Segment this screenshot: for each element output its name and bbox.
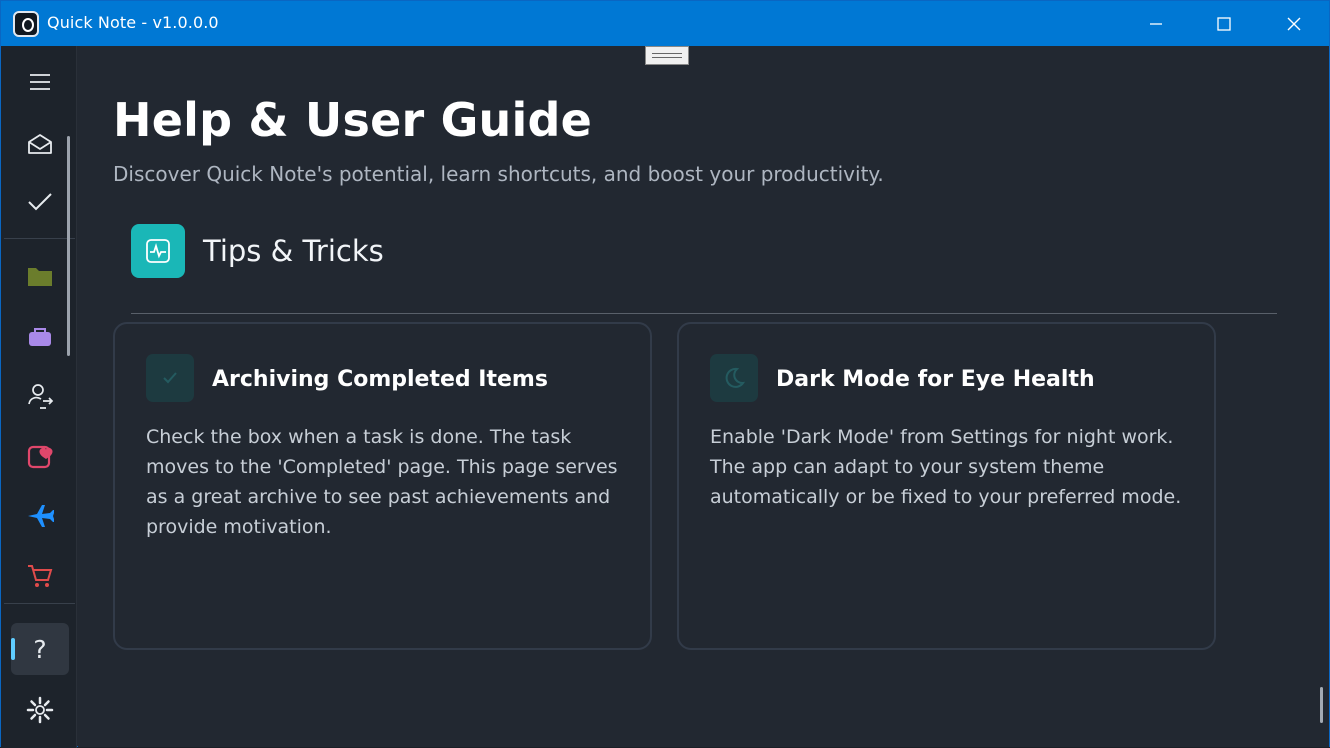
sidebar-item-folder[interactable] [11,250,69,302]
tip-card: Archiving Completed Items Check the box … [113,322,652,650]
tips-section-icon [131,224,185,278]
checkmark-icon [163,372,177,384]
card-icon [146,354,194,402]
question-icon: ? [33,634,47,664]
section-divider [131,313,1277,314]
sidebar-divider [4,603,75,604]
drag-grip-handle[interactable] [645,46,689,65]
app-logo-icon [13,11,39,37]
sidebar-item-shopping[interactable] [11,550,69,602]
sidebar-item-settings[interactable] [11,684,69,736]
section-title: Tips & Tricks [203,234,384,268]
calendar-heart-icon [27,445,53,469]
sidebar-item-completed[interactable] [11,176,69,228]
minimize-icon [1150,22,1162,25]
sidebar-scrollbar[interactable] [67,136,70,356]
gear-icon [26,696,54,724]
mail-open-icon [28,134,52,154]
briefcase-icon [29,328,51,346]
window-title: Quick Note - v1.0.0.0 [47,13,219,32]
maximize-button[interactable] [1189,1,1259,46]
cart-icon [28,565,53,587]
sidebar-item-help[interactable]: ? [11,623,69,675]
hamburger-icon [30,74,50,90]
close-button[interactable] [1259,1,1329,46]
sidebar-item-travel[interactable] [11,490,69,542]
page-subtitle: Discover Quick Note's potential, learn s… [113,162,884,186]
card-body: Enable 'Dark Mode' from Settings for nig… [710,426,1182,508]
folder-icon [28,268,52,286]
maximize-icon [1217,16,1231,31]
sidebar-item-shared[interactable] [11,370,69,422]
sidebar-item-health[interactable] [11,430,69,482]
pulse-chart-icon [146,239,170,263]
close-icon [1287,17,1301,30]
title-bar[interactable]: Quick Note - v1.0.0.0 [1,1,1329,46]
minimize-button[interactable] [1121,1,1191,46]
card-title: Archiving Completed Items [212,367,548,392]
airplane-icon [28,505,54,527]
card-icon [710,354,758,402]
moon-icon [725,367,746,388]
help-page: Help & User Guide Discover Quick Note's … [78,46,1329,747]
checkmark-icon [28,193,52,211]
page-title: Help & User Guide [113,93,592,147]
card-body: Check the box when a task is done. The t… [146,426,618,538]
tip-card: Dark Mode for Eye Health Enable 'Dark Mo… [677,322,1216,650]
app-window: Quick Note - v1.0.0.0 ? Help & User Guid… [0,0,1330,748]
menu-button[interactable] [11,56,69,108]
sidebar-divider [4,238,75,239]
sidebar-item-inbox[interactable] [11,118,69,170]
main-scrollbar[interactable] [1320,687,1323,723]
person-sync-icon [28,384,54,409]
sidebar-item-work[interactable] [11,310,69,362]
card-title: Dark Mode for Eye Health [776,367,1095,392]
navigation-sidebar: ? [1,46,77,748]
